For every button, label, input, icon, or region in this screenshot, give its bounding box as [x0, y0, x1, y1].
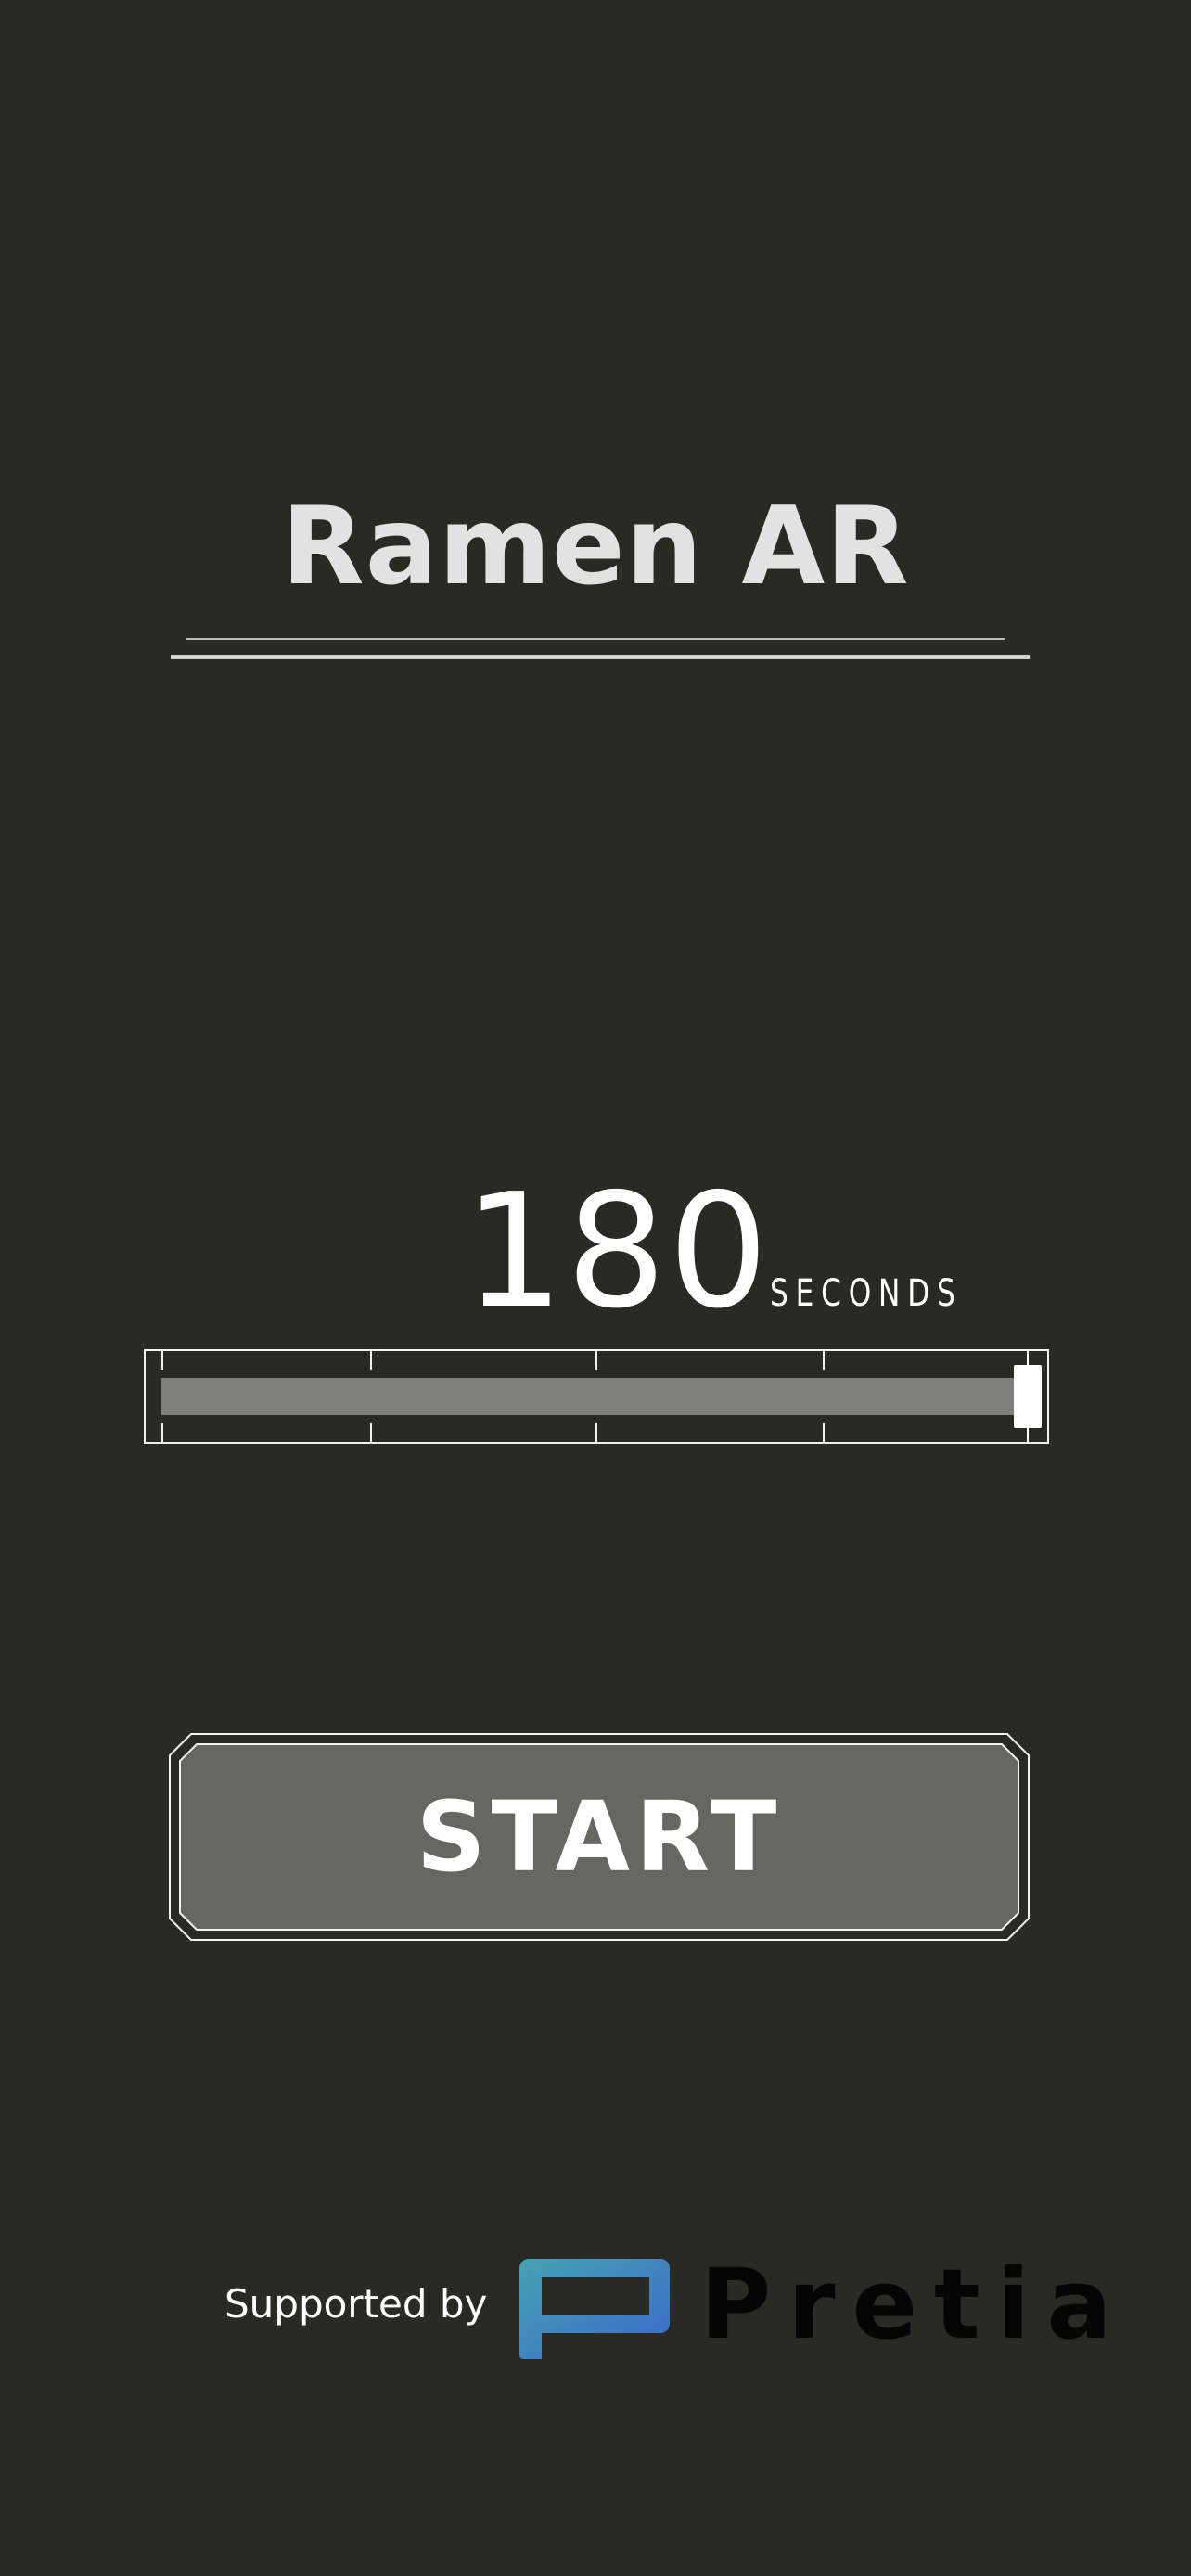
pretia-logo-icon — [519, 2259, 670, 2359]
slider-tick-bottom — [370, 1423, 372, 1442]
slider-handle[interactable] — [1014, 1365, 1042, 1428]
start-button-label: START — [416, 1780, 783, 1894]
slider-tick-bottom — [823, 1423, 825, 1442]
slider-track — [161, 1378, 1024, 1415]
supported-by-label: Supported by — [224, 2281, 488, 2327]
slider-tick-top — [596, 1351, 597, 1370]
title-divider-thin — [186, 638, 1005, 640]
timer-value: 180 — [464, 1160, 771, 1344]
slider-tick-bottom — [596, 1423, 597, 1442]
app-title: Ramen AR — [281, 484, 910, 609]
start-button[interactable]: START — [169, 1733, 1030, 1941]
slider-tick-bottom — [161, 1423, 163, 1442]
slider-tick-top — [823, 1351, 825, 1370]
slider-tick-top — [370, 1351, 372, 1370]
pretia-logo-text: Pretia — [700, 2248, 1129, 2361]
title-divider-thick — [171, 655, 1030, 659]
timer-unit-label: SECONDS — [770, 1272, 963, 1315]
slider-tick-top — [161, 1351, 163, 1370]
